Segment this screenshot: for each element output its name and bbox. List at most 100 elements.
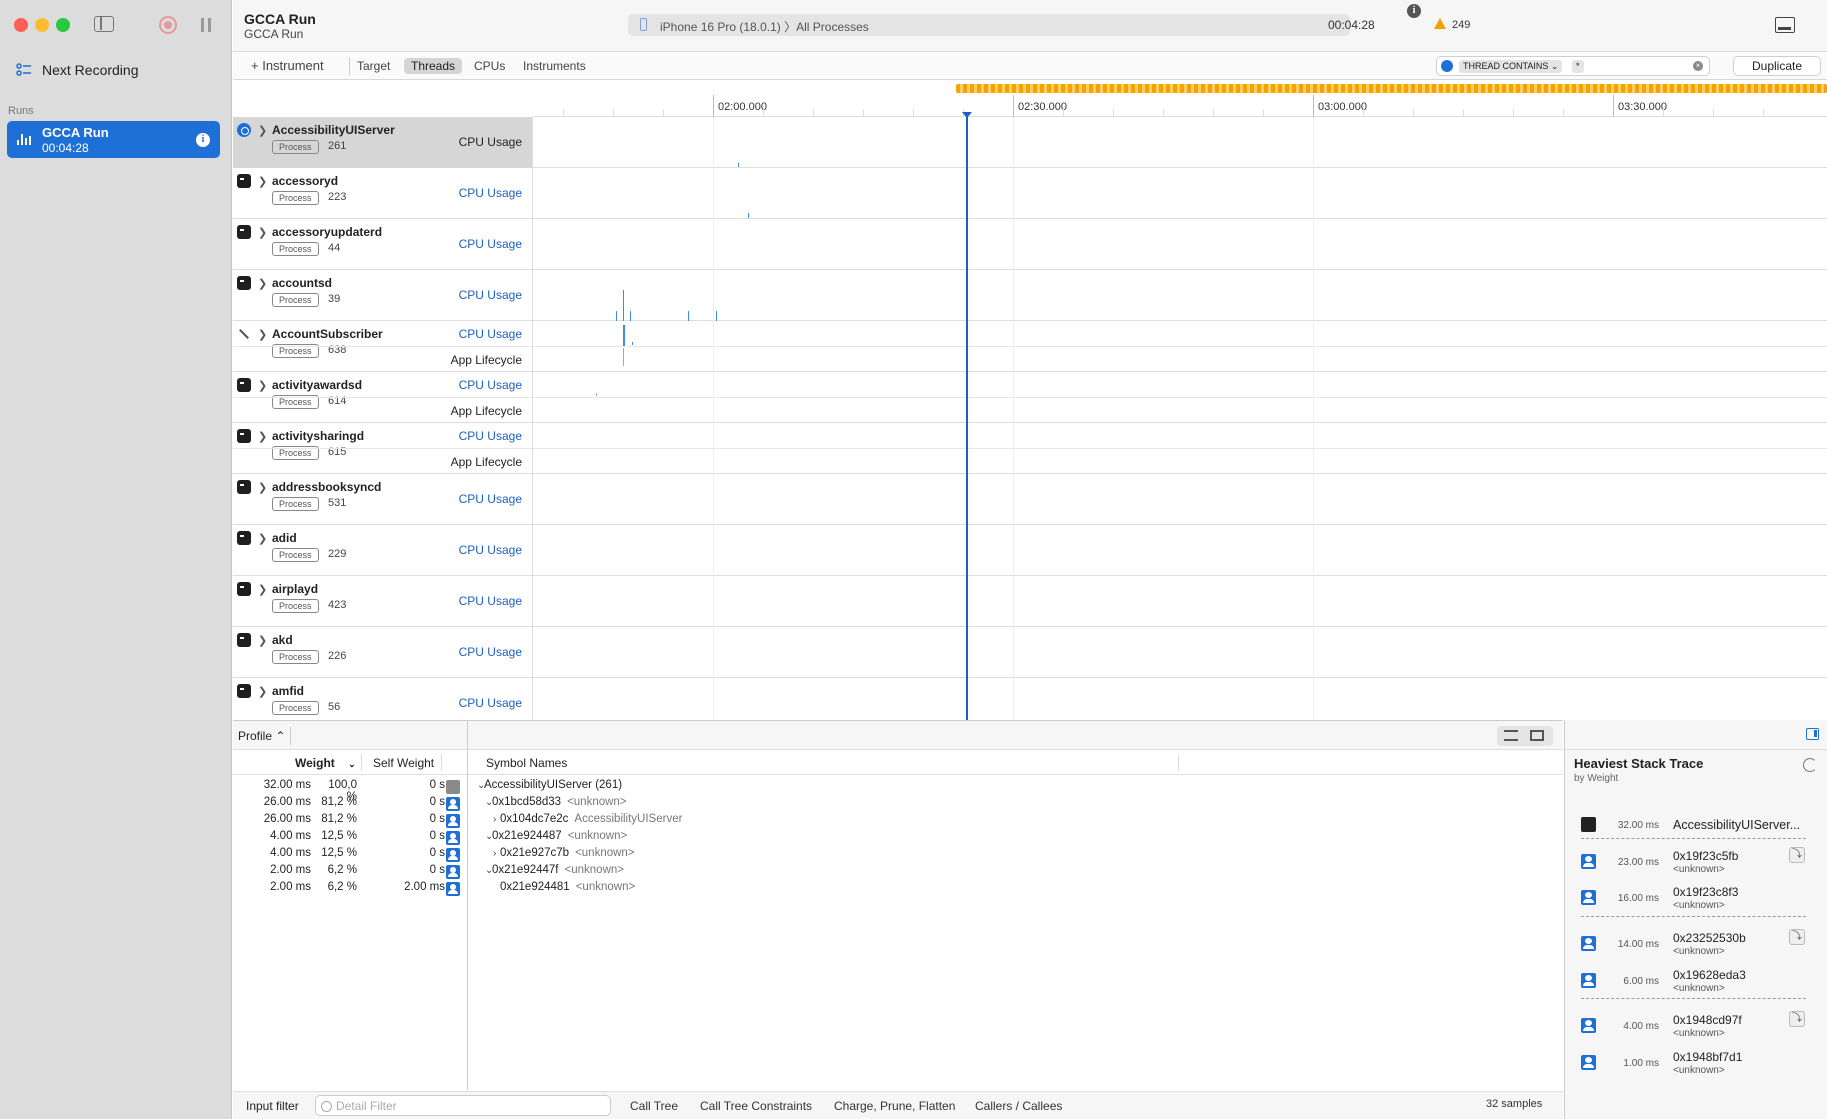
- track-label[interactable]: ❯ accessoryd Process 223 CPU Usage: [233, 168, 533, 219]
- disclosure-closed-icon[interactable]: ›: [493, 814, 496, 825]
- chevron-right-icon[interactable]: ❯: [258, 328, 267, 341]
- track-type[interactable]: CPU Usage: [459, 327, 522, 341]
- track-row[interactable]: ❯ akd Process 226 CPU Usage: [233, 627, 1827, 678]
- track-label[interactable]: ❯ AccessibilityUIServer Process 261 CPU …: [233, 117, 533, 168]
- charge-prune-flatten-button[interactable]: Charge, Prune, Flatten: [834, 1099, 955, 1113]
- calltree-row[interactable]: 4.00 ms 12,5 % 0 s › 0x21e927c7b <unknown>: [233, 847, 1563, 864]
- close-window-button[interactable]: [14, 18, 28, 32]
- chevron-right-icon[interactable]: ❯: [258, 124, 267, 137]
- track-row[interactable]: ❯ airplayd Process 423 CPU Usage: [233, 576, 1827, 627]
- filter-token[interactable]: THREAD CONTAINS ⌄: [1459, 60, 1563, 73]
- track-row[interactable]: ❯ AccessibilityUIServer Process 261 CPU …: [233, 117, 1827, 168]
- track-type[interactable]: CPU Usage: [459, 492, 522, 506]
- track-label[interactable]: ❯ airplayd Process 423 CPU Usage: [233, 576, 533, 627]
- process-badge[interactable]: Process: [272, 191, 319, 205]
- process-badge[interactable]: Process: [272, 242, 319, 256]
- warning-icon[interactable]: [1434, 18, 1446, 29]
- track-row[interactable]: ❯ addressbooksyncd Process 531 CPU Usage: [233, 474, 1827, 525]
- calltree-row[interactable]: 26.00 ms 81,2 % 0 s › 0x104dc7e2c Accessibili…: [233, 813, 1563, 830]
- minimize-window-button[interactable]: [35, 18, 49, 32]
- jump-to-icon[interactable]: ⤵: [1789, 929, 1805, 945]
- filter-value[interactable]: *: [1572, 60, 1584, 73]
- scope-target[interactable]: Target: [350, 58, 397, 74]
- track-label[interactable]: ❯ akd Process 226 CPU Usage: [233, 627, 533, 678]
- sidebar-toggle-icon[interactable]: [94, 16, 114, 32]
- track-row[interactable]: ❯ accessoryupdaterd Process 44 CPU Usage: [233, 219, 1827, 270]
- detail-mode-selector[interactable]: Profile ⌃: [238, 729, 285, 743]
- stack-frame[interactable]: 6.00 ms 0x19628eda3 <unknown>: [1565, 963, 1827, 999]
- disclosure-closed-icon[interactable]: ›: [493, 848, 496, 859]
- track-type[interactable]: CPU Usage: [459, 378, 522, 392]
- weight-column-header[interactable]: Weight ⌄: [295, 756, 356, 770]
- self-weight-column-header[interactable]: Self Weight: [373, 756, 434, 770]
- track-row[interactable]: ❯ activityawardsd Process 614 CPU Usage …: [233, 372, 1827, 423]
- cycle-icon[interactable]: [1803, 758, 1817, 772]
- calltree-row[interactable]: 2.00 ms 6,2 % 2.00 ms 0x21e924481 <unknown>: [233, 881, 1563, 898]
- pause-button[interactable]: [201, 18, 211, 32]
- chevron-right-icon[interactable]: ❯: [258, 685, 267, 698]
- process-badge[interactable]: Process: [272, 650, 319, 664]
- flame-graph-icon[interactable]: [1530, 730, 1544, 741]
- call-tree-button[interactable]: Call Tree: [630, 1099, 678, 1113]
- process-badge[interactable]: Process: [272, 701, 319, 715]
- chevron-right-icon[interactable]: ❯: [258, 532, 267, 545]
- run-item[interactable]: GCCA Run 00:04:28 i: [7, 121, 220, 158]
- track-type[interactable]: CPU Usage: [459, 594, 522, 608]
- next-recording-item[interactable]: Next Recording: [16, 60, 139, 80]
- info-icon[interactable]: i: [196, 133, 210, 147]
- scope-instruments[interactable]: Instruments: [516, 58, 593, 74]
- view-mode-toggle[interactable]: [1497, 726, 1553, 746]
- track-type[interactable]: CPU Usage: [459, 237, 522, 251]
- track-type[interactable]: CPU Usage: [459, 186, 522, 200]
- track-filter[interactable]: THREAD CONTAINS ⌄ * ×: [1436, 56, 1710, 76]
- info-icon[interactable]: i: [1407, 4, 1421, 18]
- process-badge[interactable]: Process: [272, 497, 319, 511]
- stack-frame[interactable]: 4.00 ms 0x1948cd97f <unknown> ⤵: [1565, 1008, 1827, 1044]
- call-tree-constraints-button[interactable]: Call Tree Constraints: [700, 1099, 812, 1113]
- track-type[interactable]: CPU Usage: [459, 288, 522, 302]
- chevron-right-icon[interactable]: ❯: [258, 481, 267, 494]
- chevron-right-icon[interactable]: ❯: [258, 277, 267, 290]
- calltree-row[interactable]: 4.00 ms 12,5 % 0 s ⌄ 0x21e924487 <unknown>: [233, 830, 1563, 847]
- detail-filter-input[interactable]: Detail Filter: [315, 1095, 611, 1116]
- track-label[interactable]: ❯ accountsd Process 39 CPU Usage: [233, 270, 533, 321]
- calltree-row[interactable]: 2.00 ms 6,2 % 0 s ⌄ 0x21e92447f <unknown>: [233, 864, 1563, 881]
- target-selector[interactable]: iPhone 16 Pro (18.0.1) 〉All Processes 00…: [628, 14, 1375, 36]
- track-type[interactable]: CPU Usage: [459, 645, 522, 659]
- chevron-right-icon[interactable]: ❯: [258, 430, 267, 443]
- playhead[interactable]: [966, 113, 968, 720]
- stack-frame[interactable]: 23.00 ms 0x19f23c5fb <unknown> ⤵: [1565, 844, 1827, 880]
- track-row[interactable]: ❯ AccountSubscriber Process 638 CPU Usag…: [233, 321, 1827, 372]
- process-badge[interactable]: Process: [272, 293, 319, 307]
- calltree-row[interactable]: 26.00 ms 81,2 % 0 s ⌄ 0x1bcd58d33 <unknown>: [233, 796, 1563, 813]
- process-badge[interactable]: Process: [272, 548, 319, 562]
- track-label[interactable]: ❯ amfid Process 56 CPU Usage: [233, 678, 533, 720]
- callers-callees-button[interactable]: Callers / Callees: [975, 1099, 1062, 1113]
- input-filter-button[interactable]: Input filter: [246, 1099, 299, 1113]
- calltree-row[interactable]: 32.00 ms 100,0 % 0 s ⌄ AccessibilityUIServer…: [233, 779, 1563, 803]
- track-label[interactable]: ❯ accessoryupdaterd Process 44 CPU Usage: [233, 219, 533, 270]
- process-badge[interactable]: Process: [272, 140, 319, 154]
- track-label[interactable]: ❯ addressbooksyncd Process 531 CPU Usage: [233, 474, 533, 525]
- symbol-column-header[interactable]: Symbol Names: [486, 756, 567, 770]
- chevron-right-icon[interactable]: ❯: [258, 379, 267, 392]
- bottom-panel-toggle-icon[interactable]: [1775, 17, 1795, 33]
- track-label[interactable]: ❯ adid Process 229 CPU Usage: [233, 525, 533, 576]
- chevron-right-icon[interactable]: ❯: [258, 583, 267, 596]
- playhead-handle[interactable]: [962, 112, 972, 118]
- record-button[interactable]: [159, 16, 177, 34]
- add-instrument-button[interactable]: + Instrument: [251, 58, 324, 73]
- zoom-window-button[interactable]: [56, 18, 70, 32]
- jump-to-icon[interactable]: ⤵: [1789, 1011, 1805, 1027]
- chevron-right-icon[interactable]: ❯: [258, 175, 267, 188]
- duplicate-button[interactable]: Duplicate: [1733, 56, 1821, 76]
- stack-frame[interactable]: 1.00 ms 0x1948bf7d1 <unknown>: [1565, 1045, 1827, 1081]
- track-type[interactable]: CPU Usage: [459, 696, 522, 710]
- process-badge[interactable]: Process: [272, 599, 319, 613]
- chevron-right-icon[interactable]: ❯: [258, 634, 267, 647]
- warning-count[interactable]: 249: [1452, 19, 1470, 31]
- stack-frame[interactable]: 16.00 ms 0x19f23c8f3 <unknown>: [1565, 880, 1827, 916]
- timeline-ruler[interactable]: 02:00.000 02:30.000 03:00.000 03:30.000: [533, 81, 1827, 117]
- track-row[interactable]: ❯ accountsd Process 39 CPU Usage: [233, 270, 1827, 321]
- jump-to-icon[interactable]: ⤵: [1789, 847, 1805, 863]
